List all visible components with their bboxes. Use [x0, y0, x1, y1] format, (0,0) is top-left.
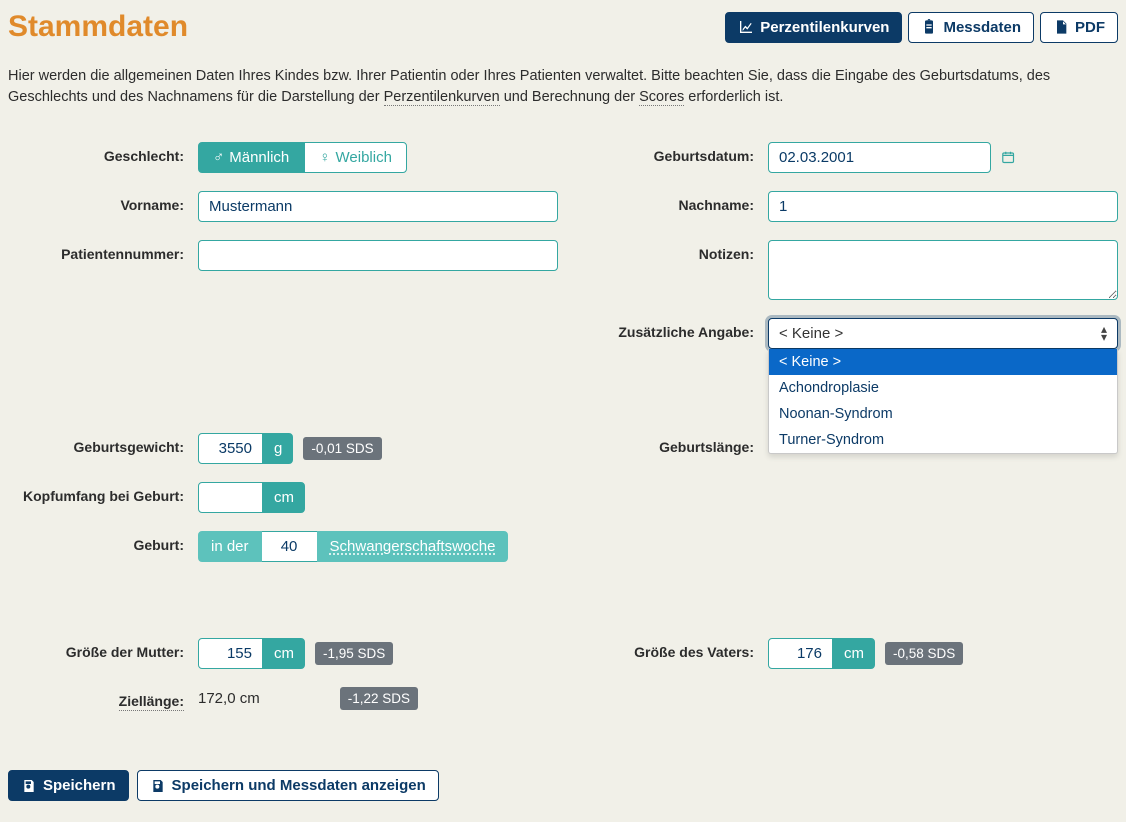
save-and-show-label: Speichern und Messdaten anzeigen: [172, 777, 426, 794]
label-birth: Geburt:: [8, 531, 198, 553]
targetheight-sds-badge: -1,22 SDS: [340, 687, 418, 710]
label-motherheight: Größe der Mutter:: [8, 638, 198, 660]
unit-cm-2: cm: [263, 638, 305, 669]
label-firstname: Vorname:: [8, 191, 198, 213]
gender-toggle: ♂ Männlich ♀ Weiblich: [198, 142, 407, 173]
pregnancy-trail: Schwangerschaftswoche: [317, 531, 509, 562]
targetheight-value: 172,0 cm: [198, 690, 260, 707]
birthweight-sds-badge: -0,01 SDS: [303, 437, 381, 460]
chart-icon: [738, 19, 754, 35]
patientno-input[interactable]: [198, 240, 558, 271]
header-button-row: Perzentilenkurven Messdaten PDF: [725, 12, 1118, 43]
save-button[interactable]: Speichern: [8, 770, 129, 801]
fatherheight-sds-badge: -0,58 SDS: [885, 642, 963, 665]
extra-option-achondroplasie[interactable]: Achondroplasie: [769, 375, 1117, 401]
percentile-curves-button[interactable]: Perzentilenkurven: [725, 12, 902, 43]
label-birthweight: Geburtsgewicht:: [8, 433, 198, 455]
page-title: Stammdaten: [8, 10, 188, 44]
intro-mid: und Berechnung der: [500, 89, 639, 105]
label-fatherheight: Größe des Vaters:: [558, 638, 768, 660]
pdf-label: PDF: [1075, 19, 1105, 36]
birthdate-input[interactable]: [768, 142, 991, 173]
unit-cm: cm: [263, 482, 305, 513]
save-icon-2: [150, 778, 166, 794]
label-patientno: Patientennummer:: [8, 240, 198, 262]
unit-g: g: [263, 433, 293, 464]
save-label: Speichern: [43, 777, 116, 794]
label-birthlength: Geburtslänge:: [558, 433, 768, 455]
birthweight-input[interactable]: [198, 433, 263, 464]
unit-cm-3: cm: [833, 638, 875, 669]
file-pdf-icon: [1053, 19, 1069, 35]
female-icon: ♀: [319, 149, 330, 166]
gender-male-button[interactable]: ♂ Männlich: [198, 142, 304, 173]
lastname-input[interactable]: [768, 191, 1118, 222]
label-targetheight: Ziellänge:: [8, 687, 198, 709]
chevron-updown-icon: ▴▾: [1101, 326, 1107, 340]
save-and-show-button[interactable]: Speichern und Messdaten anzeigen: [137, 770, 439, 801]
gender-female-label: Weiblich: [336, 149, 392, 166]
label-extra: Zusätzliche Angabe:: [558, 318, 768, 340]
motherheight-input[interactable]: [198, 638, 263, 669]
notes-textarea[interactable]: [768, 240, 1118, 300]
gender-female-button[interactable]: ♀ Weiblich: [304, 142, 407, 173]
extra-option-noonan[interactable]: Noonan-Syndrom: [769, 401, 1117, 427]
extra-select[interactable]: < Keine > ▴▾: [768, 318, 1118, 349]
pregnancy-week-input[interactable]: [262, 531, 317, 562]
motherheight-sds-badge: -1,95 SDS: [315, 642, 393, 665]
percentile-curves-label: Perzentilenkurven: [760, 19, 889, 36]
intro-post: erforderlich ist.: [684, 89, 783, 105]
male-icon: ♂: [213, 149, 224, 166]
firstname-input[interactable]: [198, 191, 558, 222]
extra-select-value: < Keine >: [779, 325, 843, 342]
label-notes: Notizen:: [558, 240, 768, 262]
clipboard-icon: [921, 19, 937, 35]
calendar-icon[interactable]: [1001, 150, 1015, 166]
label-headcirc: Kopfumfang bei Geburt:: [8, 482, 198, 504]
fatherheight-input[interactable]: [768, 638, 833, 669]
measurements-button[interactable]: Messdaten: [908, 12, 1034, 43]
label-lastname: Nachname:: [558, 191, 768, 213]
save-icon: [21, 778, 37, 794]
intro-text: Hier werden die allgemeinen Daten Ihres …: [8, 66, 1108, 108]
scores-link[interactable]: Scores: [639, 89, 684, 106]
extra-option-none[interactable]: < Keine >: [769, 349, 1117, 375]
label-gender: Geschlecht:: [8, 142, 198, 164]
label-birthdate: Geburtsdatum:: [558, 142, 768, 164]
extra-option-turner[interactable]: Turner-Syndrom: [769, 427, 1117, 453]
pregnancy-lead: in der: [198, 531, 262, 562]
pdf-button[interactable]: PDF: [1040, 12, 1118, 43]
gender-male-label: Männlich: [229, 149, 289, 166]
percentile-curves-link[interactable]: Perzentilenkurven: [384, 89, 500, 106]
headcirc-input[interactable]: [198, 482, 263, 513]
extra-dropdown: < Keine > Achondroplasie Noonan-Syndrom …: [768, 349, 1118, 454]
measurements-label: Messdaten: [943, 19, 1021, 36]
